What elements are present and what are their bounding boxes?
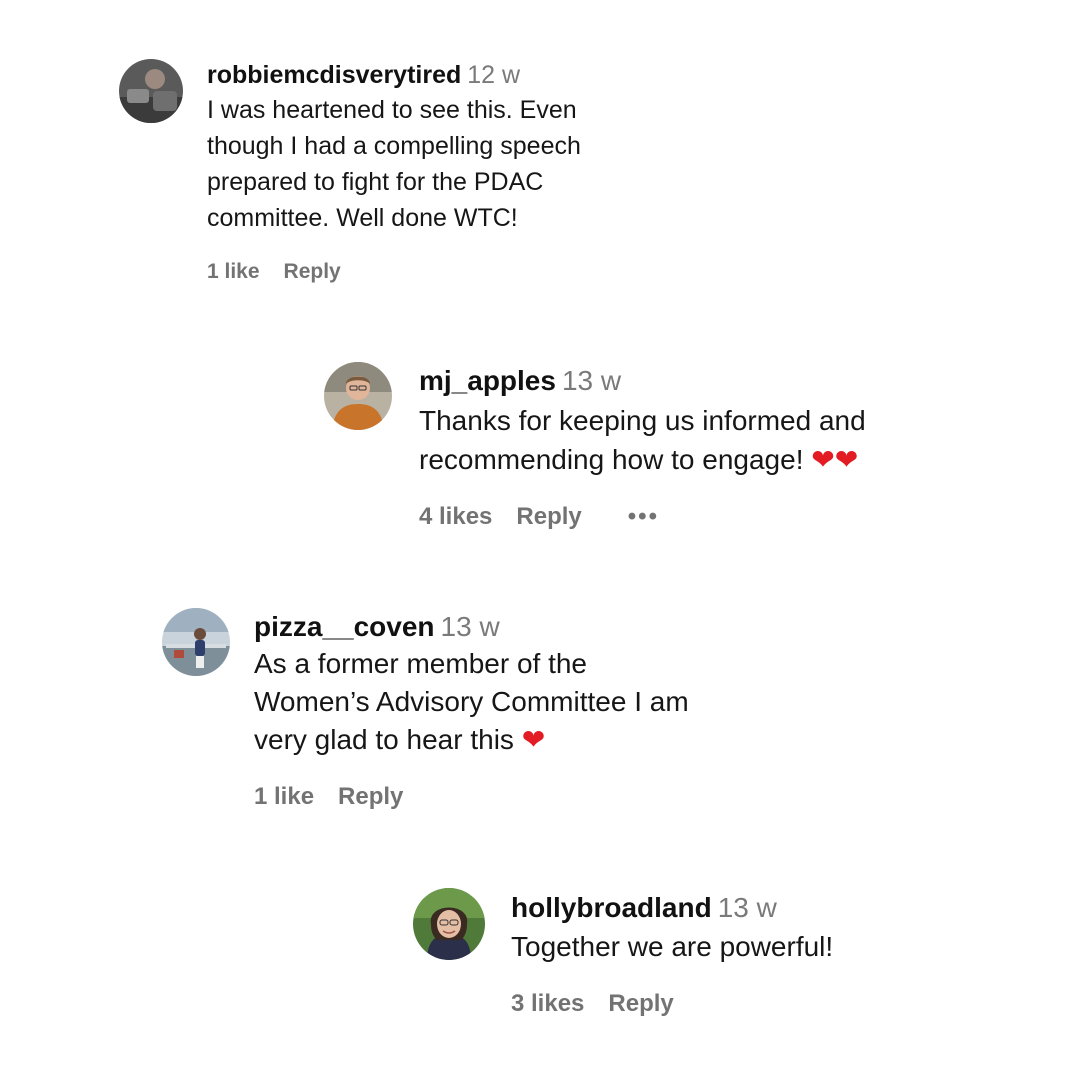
username-link[interactable]: robbiemcdisverytired	[207, 61, 461, 89]
heart-emoji-icon: ❤❤	[811, 443, 859, 475]
comment-header: pizza__coven 13 w	[254, 610, 794, 644]
timestamp[interactable]: 13 w	[441, 611, 500, 642]
user-avatar[interactable]	[119, 59, 183, 123]
comment-text: I was heartened to see this. Even though…	[207, 96, 581, 232]
like-count[interactable]: 1 like	[207, 260, 260, 283]
heart-emoji-icon: ❤	[521, 723, 546, 755]
reply-button[interactable]: Reply	[338, 783, 403, 810]
reply-button[interactable]: Reply	[608, 990, 673, 1017]
avatar-photo-icon	[162, 608, 230, 676]
comment-text-content: Thanks for keeping us informed and recom…	[419, 404, 866, 475]
avatar-photo-icon	[119, 59, 183, 123]
avatar-photo-icon	[413, 888, 485, 960]
comment-header: hollybroadland 13 w	[511, 891, 1031, 925]
comment-body: mj_apples 13 w Thanks for keeping us info…	[419, 364, 979, 531]
user-avatar[interactable]	[162, 608, 230, 676]
user-avatar[interactable]	[413, 888, 485, 960]
username-link[interactable]: mj_apples	[419, 365, 556, 396]
comment-text: Together we are powerful!	[511, 930, 834, 962]
like-count[interactable]: 1 like	[254, 783, 314, 810]
comment-body: pizza__coven 13 w As a former member of t…	[254, 610, 794, 811]
user-avatar[interactable]	[324, 362, 392, 430]
comment-header: robbiemcdisverytired 12 w	[207, 60, 667, 90]
comment-text: As a former member of the Women’s Adviso…	[254, 645, 794, 759]
comment-text: Thanks for keeping us informed and recom…	[419, 401, 979, 479]
like-count[interactable]: 4 likes	[419, 503, 492, 530]
comment-actions: 1 like Reply	[207, 260, 667, 284]
comment-body: robbiemcdisverytired 12 w I was heartened…	[207, 60, 667, 284]
avatar-photo-icon	[324, 362, 392, 430]
more-options-icon[interactable]: •••	[628, 503, 659, 530]
timestamp[interactable]: 12 w	[467, 61, 520, 89]
username-link[interactable]: hollybroadland	[511, 892, 712, 923]
reply-button[interactable]: Reply	[516, 503, 581, 530]
timestamp[interactable]: 13 w	[718, 892, 777, 923]
comment-text-content: As a former member of the Women’s Adviso…	[254, 647, 689, 755]
reply-button[interactable]: Reply	[284, 260, 341, 283]
comment-body: hollybroadland 13 w Together we are power…	[511, 891, 1031, 1018]
comment-header: mj_apples 13 w	[419, 364, 979, 398]
like-count[interactable]: 3 likes	[511, 990, 584, 1017]
comment-actions: 1 like Reply	[254, 783, 794, 811]
comment-actions: 4 likes Reply •••	[419, 503, 979, 531]
username-link[interactable]: pizza__coven	[254, 611, 435, 642]
comment-actions: 3 likes Reply	[511, 990, 1031, 1018]
timestamp[interactable]: 13 w	[562, 365, 621, 396]
